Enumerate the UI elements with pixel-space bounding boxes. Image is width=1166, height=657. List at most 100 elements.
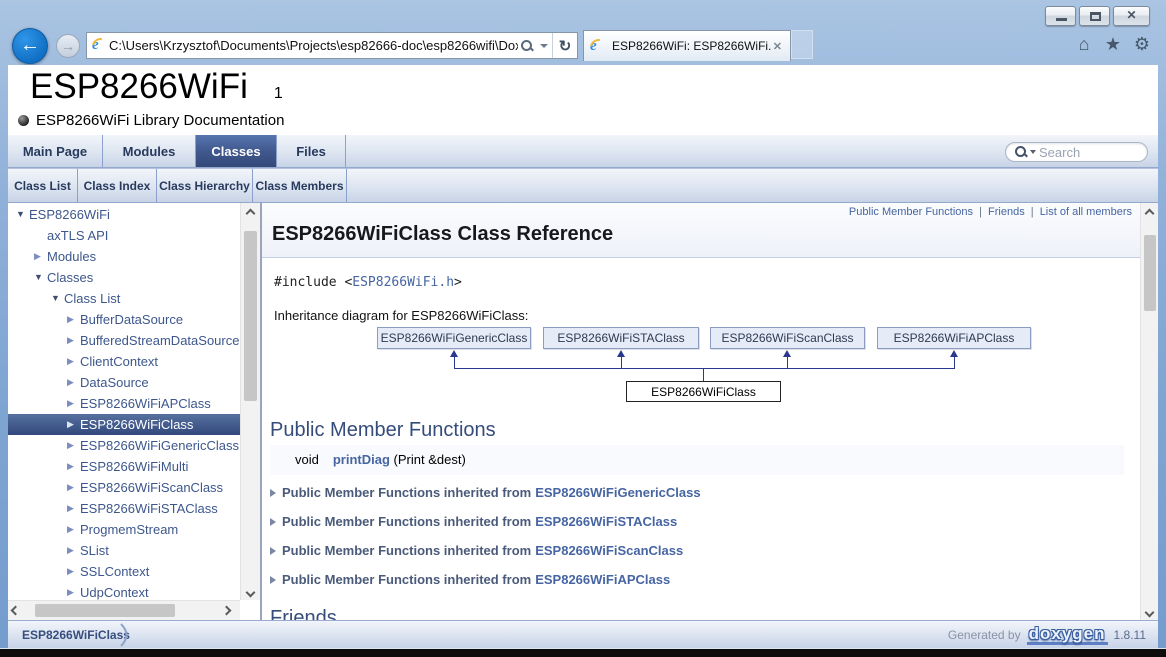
tab-class-index[interactable]: Class Index (78, 169, 157, 202)
link-friends[interactable]: Friends (988, 206, 1025, 218)
content-scroll-thumb[interactable] (1144, 235, 1156, 311)
refresh-button[interactable]: ↻ (553, 37, 577, 55)
sidebar-hscroll-thumb[interactable] (35, 604, 175, 617)
expand-arrow-icon[interactable]: ▶ (67, 330, 80, 351)
scroll-left-button[interactable] (11, 606, 21, 616)
doxygen-logo[interactable]: doxygen (1027, 625, 1108, 645)
sidebar-scrollbar-horizontal[interactable] (8, 600, 240, 620)
search-icon[interactable] (520, 39, 534, 53)
expand-arrow-icon[interactable]: ▶ (67, 540, 80, 561)
include-file-link[interactable]: ESP8266WiFi.h (352, 275, 454, 290)
expand-arrow-icon[interactable]: ▶ (67, 519, 80, 540)
close-button[interactable]: ✕ (1113, 6, 1150, 26)
expand-arrow-icon[interactable]: ▶ (67, 372, 80, 393)
tree-item-esp8266wifi[interactable]: ▼ESP8266WiFi (8, 204, 240, 225)
browser-tab[interactable]: e ESP8266WiFi: ESP8266WiFi... ✕ (583, 30, 791, 61)
tree-item-esp8266wificlass[interactable]: ▶ESP8266WiFiClass (8, 414, 240, 435)
tree-item-esp8266wifiapclass[interactable]: ▶ESP8266WiFiAPClass (8, 393, 240, 414)
expand-arrow-icon[interactable]: ▶ (67, 456, 80, 477)
scroll-down-button[interactable] (241, 582, 260, 600)
expand-arrow-icon[interactable]: ▶ (34, 246, 47, 267)
member-name-link[interactable]: printDiag (333, 452, 390, 467)
tree-item-bufferedstreamdatasource[interactable]: ▶BufferedStreamDataSource (8, 330, 240, 351)
tree-item-esp8266wifiscanclass[interactable]: ▶ESP8266WiFiScanClass (8, 477, 240, 498)
tree-item-bufferdatasource[interactable]: ▶BufferDataSource (8, 309, 240, 330)
search-filter-caret-icon[interactable] (1030, 150, 1036, 154)
inherited-section-genericclass[interactable]: Public Member Functions inherited fromES… (270, 485, 701, 500)
expand-arrow-icon[interactable]: ▶ (67, 435, 80, 456)
tree-item-axtls-api[interactable]: ▶axTLS API (8, 225, 240, 246)
link-public-member-functions[interactable]: Public Member Functions (849, 206, 973, 218)
tab-classes[interactable]: Classes (196, 135, 277, 167)
doxygen-search-box[interactable] (1005, 142, 1148, 162)
inherited-section-staclass[interactable]: Public Member Functions inherited fromES… (270, 514, 677, 529)
inherited-class-link[interactable]: ESP8266WiFiGenericClass (535, 485, 700, 500)
scroll-down-button[interactable] (1141, 602, 1158, 620)
tree-item-udpcontext[interactable]: ▶UdpContext (8, 582, 240, 600)
tab-close-icon[interactable]: ✕ (771, 40, 784, 53)
favorites-star-icon[interactable]: ★ (1103, 34, 1123, 55)
collapse-arrow-icon[interactable]: ▼ (51, 288, 64, 309)
tree-item-class-list[interactable]: ▼Class List (8, 288, 240, 309)
tree-item-slist[interactable]: ▶SList (8, 540, 240, 561)
diagram-node-apclass[interactable]: ESP8266WiFiAPClass (877, 327, 1031, 349)
tree-item-modules[interactable]: ▶Modules (8, 246, 240, 267)
diagram-node-staclass[interactable]: ESP8266WiFiSTAClass (543, 327, 699, 349)
forward-button[interactable]: → (56, 34, 80, 58)
tree-item-esp8266wifimulti[interactable]: ▶ESP8266WiFiMulti (8, 456, 240, 477)
tab-modules[interactable]: Modules (103, 135, 196, 167)
tree-item-esp8266wifistaclass[interactable]: ▶ESP8266WiFiSTAClass (8, 498, 240, 519)
ie-favicon: e (92, 37, 109, 54)
tree-item-esp8266wifigenericclass[interactable]: ▶ESP8266WiFiGenericClass (8, 435, 240, 456)
inherited-section-scanclass[interactable]: Public Member Functions inherited fromES… (270, 543, 683, 558)
home-icon[interactable]: ⌂ (1074, 34, 1094, 55)
maximize-button[interactable] (1079, 6, 1110, 26)
expand-arrow-icon[interactable]: ▶ (67, 414, 80, 435)
expand-arrow-icon[interactable]: ▶ (67, 561, 80, 582)
tree-item-clientcontext[interactable]: ▶ClientContext (8, 351, 240, 372)
address-bar[interactable]: e C:\Users\Krzysztof\Documents\Projects\… (86, 32, 578, 59)
tree-item-progmemstream[interactable]: ▶ProgmemStream (8, 519, 240, 540)
tab-class-list[interactable]: Class List (8, 169, 78, 202)
tab-files[interactable]: Files (277, 135, 346, 167)
gear-icon[interactable]: ⚙ (1132, 34, 1152, 55)
collapse-arrow-icon[interactable]: ▼ (16, 204, 29, 225)
diagram-node-esp8266wificlass[interactable]: ESP8266WiFiClass (626, 381, 781, 402)
breadcrumb[interactable]: ESP8266WiFiClass (22, 621, 130, 648)
expand-arrow-icon[interactable]: ▶ (67, 393, 80, 414)
diagram-node-scanclass[interactable]: ESP8266WiFiScanClass (710, 327, 865, 349)
tree-item-datasource[interactable]: ▶DataSource (8, 372, 240, 393)
scroll-right-button[interactable] (222, 606, 232, 616)
tree-item-sslcontext[interactable]: ▶SSLContext (8, 561, 240, 582)
inherited-class-link[interactable]: ESP8266WiFiAPClass (535, 572, 670, 587)
expand-arrow-icon[interactable]: ▶ (67, 309, 80, 330)
inherited-class-link[interactable]: ESP8266WiFiScanClass (535, 543, 683, 558)
tree-item-classes[interactable]: ▼Classes (8, 267, 240, 288)
tab-class-hierarchy[interactable]: Class Hierarchy (157, 169, 253, 202)
project-number: 1 (274, 85, 283, 102)
collapse-arrow-icon[interactable]: ▼ (34, 267, 47, 288)
expand-arrow-icon[interactable]: ▶ (67, 477, 80, 498)
tab-class-members[interactable]: Class Members (253, 169, 347, 202)
diagram-node-genericclass[interactable]: ESP8266WiFiGenericClass (377, 327, 531, 349)
link-list-of-all-members[interactable]: List of all members (1040, 206, 1132, 218)
doc-content: Public Member Functions | Friends | List… (262, 203, 1140, 620)
inherited-class-link[interactable]: ESP8266WiFiSTAClass (535, 514, 677, 529)
sidebar-scrollbar-vertical[interactable] (240, 203, 260, 600)
expand-arrow-icon[interactable]: ▶ (67, 582, 80, 600)
sidebar-scroll-thumb[interactable] (244, 231, 257, 401)
tab-main-page[interactable]: Main Page (8, 135, 103, 167)
new-tab-button[interactable] (791, 30, 813, 59)
expand-arrow-icon[interactable]: ▶ (67, 351, 80, 372)
scroll-up-button[interactable] (241, 203, 260, 221)
content-scrollbar-vertical[interactable] (1140, 203, 1158, 620)
inherited-section-apclass[interactable]: Public Member Functions inherited fromES… (270, 572, 670, 587)
public-member-functions-heading: Public Member Functions (270, 419, 1124, 447)
address-text[interactable]: C:\Users\Krzysztof\Documents\Projects\es… (109, 38, 518, 53)
expand-arrow-icon[interactable]: ▶ (67, 498, 80, 519)
address-dropdown-icon[interactable] (540, 44, 548, 48)
search-input[interactable] (1039, 145, 1129, 160)
back-button[interactable]: ← (12, 28, 48, 64)
scroll-up-button[interactable] (1141, 203, 1158, 221)
minimize-button[interactable] (1045, 6, 1076, 26)
